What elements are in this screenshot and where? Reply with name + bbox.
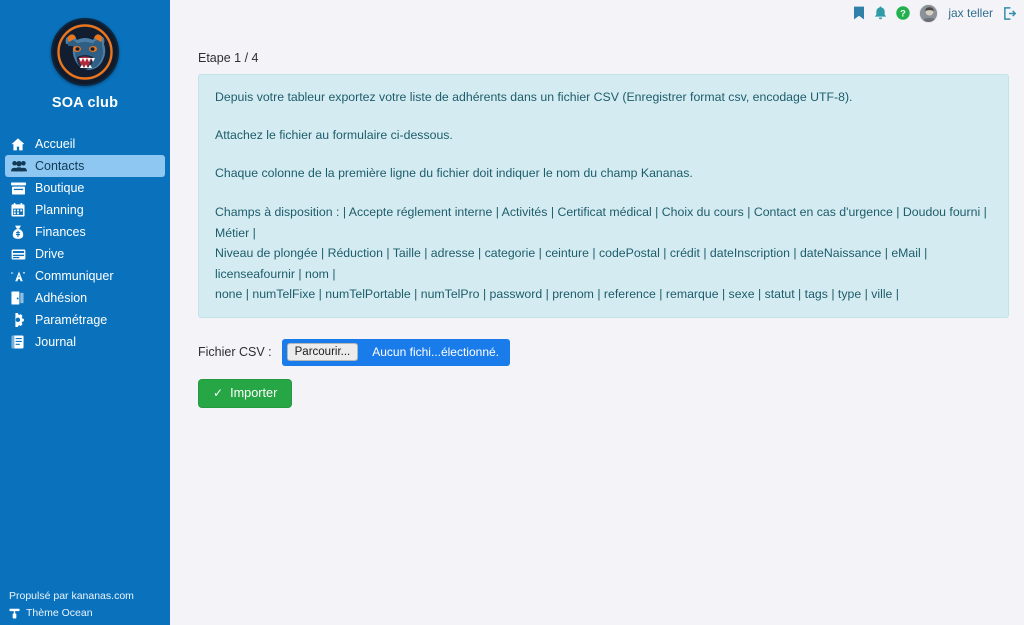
file-upload-row: Fichier CSV : Parcourir... Aucun fichi..… [198, 338, 1024, 366]
door-icon [11, 291, 28, 305]
sidebar-item-drive[interactable]: Drive [5, 243, 165, 265]
sidebar-item-label: Journal [35, 335, 76, 349]
bookmark-icon[interactable] [853, 6, 865, 20]
megaphone-icon: “ ” [11, 269, 28, 283]
theme-label: Thème Ocean [26, 607, 93, 619]
fields-line-2: Niveau de plongée | Réduction | Taille |… [215, 246, 928, 281]
club-logo [51, 18, 119, 86]
sidebar-item-label: Communiquer [35, 269, 114, 283]
svg-text:?: ? [900, 8, 906, 18]
instructions-alert: Depuis votre tableur exportez votre list… [198, 74, 1009, 318]
home-icon [11, 137, 28, 151]
step-indicator: Etape 1 / 4 [198, 51, 259, 65]
import-button-label: Importer [230, 386, 278, 401]
sidebar-item-label: Paramétrage [35, 313, 108, 327]
store-icon [11, 181, 28, 195]
selected-file-name: Aucun fichi...électionné. [372, 345, 499, 360]
sidebar-item-label: Contacts [35, 159, 85, 173]
paint-roller-icon [9, 608, 22, 619]
sidebar-item-boutique[interactable]: Boutique [5, 177, 165, 199]
alert-line-2: Attachez le fichier au formulaire ci-des… [215, 127, 453, 142]
main-area: ? jax teller Etape 1 / 4 Depuis votre ta… [170, 0, 1024, 625]
check-icon: ✓ [213, 386, 224, 401]
logout-icon[interactable] [1003, 6, 1016, 20]
sidebar-footer: Propulsé par kananas.com Thème Ocean [0, 585, 170, 619]
sidebar-item-label: Finances [35, 225, 86, 239]
sidebar-item-label: Planning [35, 203, 84, 217]
csv-file-input[interactable]: Parcourir... Aucun fichi...électionné. [281, 338, 510, 366]
fields-line-3: none | numTelFixe | numTelPortable | num… [215, 287, 900, 302]
alert-line-3: Chaque colonne de la première ligne du f… [215, 165, 693, 180]
sidebar-item-label: Adhésion [35, 291, 88, 305]
brand-name: SOA club [51, 95, 119, 111]
sidebar-item-journal[interactable]: Journal [5, 331, 165, 353]
sidebar-item-finances[interactable]: Finances [5, 221, 165, 243]
money-bag-icon [11, 225, 28, 239]
content: Etape 1 / 4 Depuis votre tableur exporte… [170, 51, 1024, 408]
sidebar-item-label: Accueil [35, 137, 76, 151]
sidebar-item-contacts[interactable]: Contacts [5, 155, 165, 177]
bear-mascot-icon [56, 23, 114, 81]
sidebar-item-label: Drive [35, 247, 65, 261]
users-icon [11, 159, 28, 173]
sidebar-nav: Accueil Contacts Boutique Planning Finan… [0, 133, 170, 353]
book-icon [11, 335, 28, 349]
bell-icon[interactable] [874, 6, 887, 20]
sidebar-item-planning[interactable]: Planning [5, 199, 165, 221]
drive-icon [11, 247, 28, 261]
file-input-label: Fichier CSV : [198, 345, 272, 360]
help-circle-icon[interactable]: ? [896, 6, 911, 20]
calendar-icon [11, 203, 28, 217]
sidebar-item-parametrage[interactable]: Paramétrage [5, 309, 165, 331]
svg-text:”: ” [23, 270, 26, 279]
brand[interactable]: SOA club [0, 0, 170, 111]
svg-text:“: “ [11, 270, 14, 279]
sidebar-item-communiquer[interactable]: “ ” Communiquer [5, 265, 165, 287]
fields-line-1: Champs à disposition : | Accepte régleme… [215, 205, 987, 240]
powered-by-line[interactable]: Propulsé par kananas.com [9, 590, 161, 602]
sidebar: SOA club Accueil Contacts Boutique Plann… [0, 0, 170, 625]
browse-button[interactable]: Parcourir... [286, 343, 359, 362]
sidebar-item-adhesion[interactable]: Adhésion [5, 287, 165, 309]
sidebar-item-accueil[interactable]: Accueil [5, 133, 165, 155]
gear-icon [11, 313, 28, 327]
powered-by-label: Propulsé par kananas.com [9, 590, 134, 602]
topbar: ? jax teller [170, 0, 1024, 26]
user-avatar[interactable] [919, 3, 939, 23]
username-label: jax teller [948, 6, 993, 20]
alert-line-1: Depuis votre tableur exportez votre list… [215, 90, 853, 104]
app-root: SOA club Accueil Contacts Boutique Plann… [0, 0, 1024, 625]
theme-line[interactable]: Thème Ocean [9, 607, 161, 619]
available-fields-block: Champs à disposition : | Accepte régleme… [215, 202, 992, 304]
import-button[interactable]: ✓ Importer [198, 378, 293, 408]
sidebar-item-label: Boutique [35, 181, 85, 195]
